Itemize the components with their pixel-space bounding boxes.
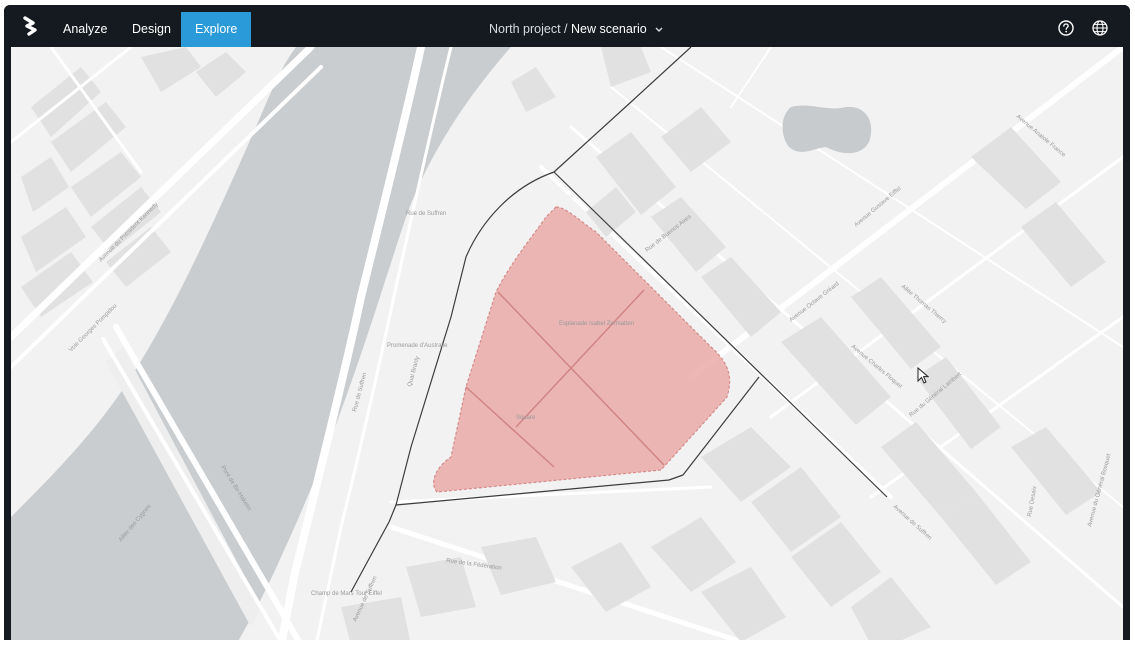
globe-icon[interactable] [1091, 19, 1109, 37]
top-navigation-bar: Analyze Design Explore North project / N… [4, 5, 1130, 47]
project-scenario-breadcrumb[interactable]: North project / New scenario [489, 5, 664, 47]
scenario-name: New scenario [570, 22, 647, 36]
app-logo[interactable] [18, 14, 42, 38]
map-label-esplanade: Esplanade Isabel Zermatten [559, 321, 634, 327]
nav-tab-design[interactable]: Design [118, 12, 185, 47]
map-label-rue-suffren-2: Rue de Suffren [406, 211, 446, 217]
map-canvas[interactable]: Quai Branly Promenade d'Australie Rue de… [11, 47, 1123, 645]
app-window: Analyze Design Explore North project / N… [4, 5, 1130, 645]
help-icon[interactable] [1057, 19, 1075, 37]
nav-tab-analyze[interactable]: Analyze [49, 12, 121, 47]
project-name: North project [489, 22, 561, 36]
chevron-down-icon [655, 27, 663, 32]
mouse-pointer-icon [917, 367, 929, 384]
map-label-square: Square [516, 415, 536, 421]
pond [782, 105, 872, 154]
bottom-strip [0, 640, 1135, 645]
map-label-promenade: Promenade d'Australie [387, 343, 448, 349]
map-svg[interactable]: Quai Branly Promenade d'Australie Rue de… [11, 47, 1123, 645]
breadcrumb-separator: / [560, 22, 571, 36]
nav-tab-explore[interactable]: Explore [181, 12, 252, 47]
